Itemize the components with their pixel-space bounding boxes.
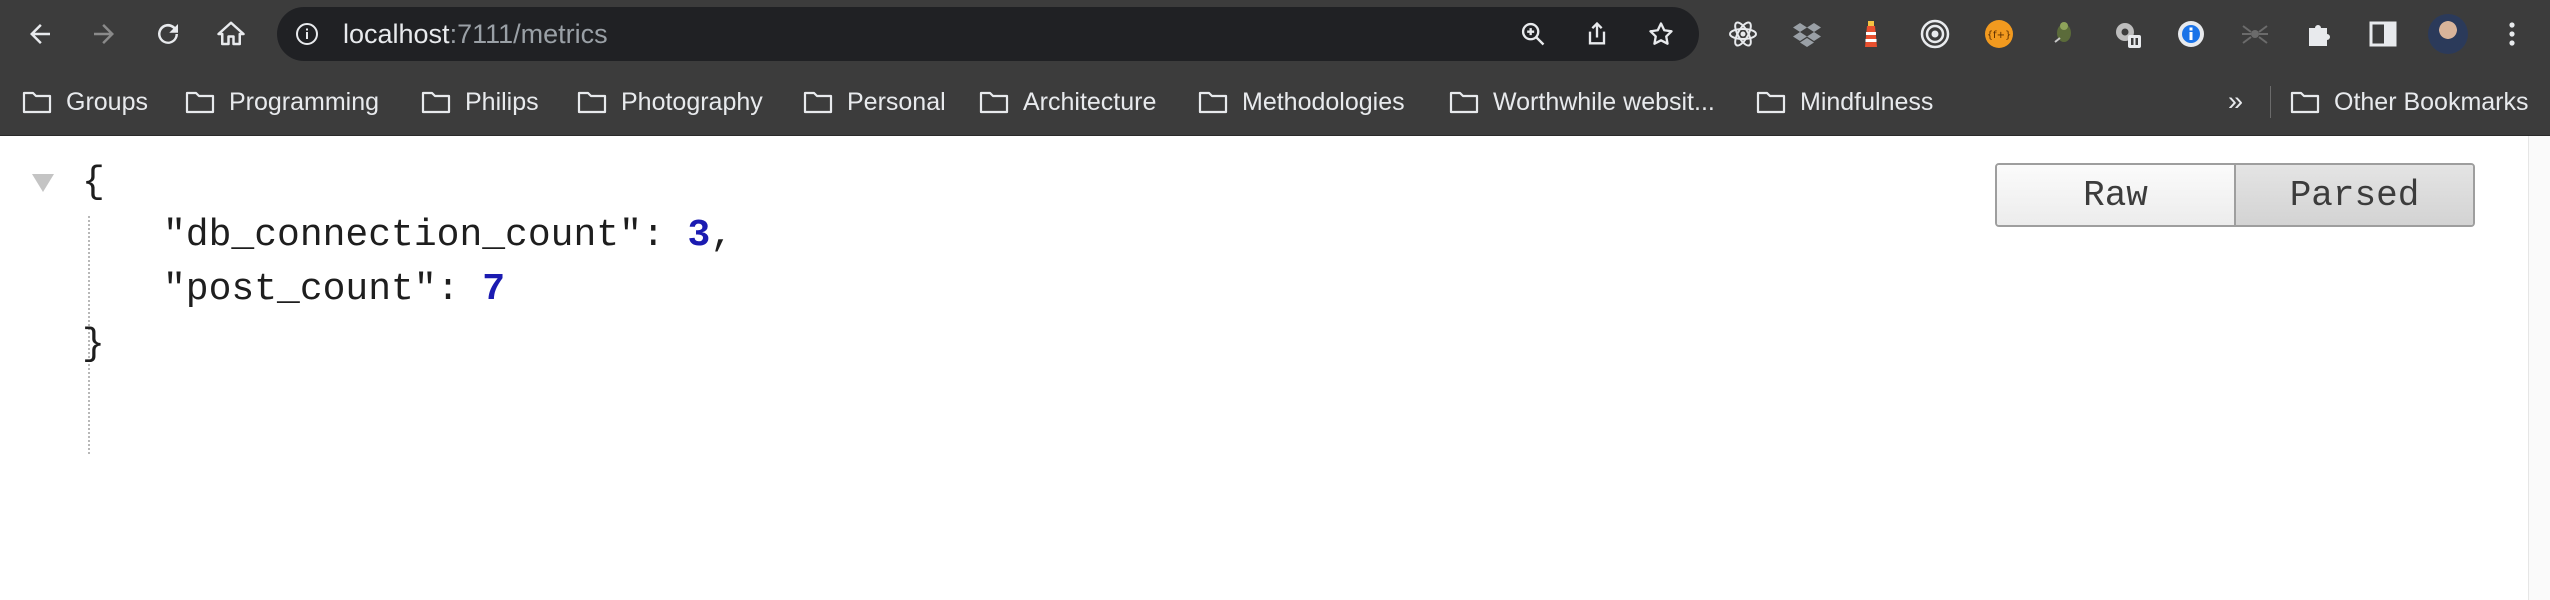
url-text[interactable]: localhost:7111/metrics — [343, 7, 608, 61]
bookmark-folder-programming[interactable]: Programming — [185, 68, 379, 136]
json-close-brace: } — [82, 323, 105, 366]
share-icon[interactable] — [1583, 20, 1611, 48]
folder-icon — [2290, 91, 2320, 114]
folder-icon — [1756, 91, 1786, 114]
spider-icon[interactable] — [2239, 18, 2271, 50]
reload-icon — [158, 23, 178, 44]
sidebar-icon[interactable] — [2367, 18, 2399, 50]
url-path: :7111/metrics — [449, 19, 608, 49]
folder-icon — [1449, 91, 1479, 114]
bug-icon[interactable] — [2047, 18, 2079, 50]
arrow-left-icon — [30, 24, 50, 44]
bookmark-label: Programming — [229, 87, 380, 116]
bookmark-label: Mindfulness — [1800, 87, 1934, 116]
folder-icon — [22, 91, 52, 114]
json-colon: : — [436, 268, 483, 311]
collapse-triangle-icon[interactable] — [30, 172, 56, 194]
folder-icon — [1198, 91, 1228, 114]
bookmark-folder-philips[interactable]: Philips — [421, 68, 539, 136]
json-key: "db_connection_count" — [163, 214, 642, 257]
bookmark-folder-architecture[interactable]: Architecture — [979, 68, 1156, 136]
bookmarks-bar: Groups Programming Philips Photography P… — [0, 68, 2550, 136]
url-host: localhost — [343, 19, 450, 49]
bookmark-folder-groups[interactable]: Groups — [22, 68, 148, 136]
site-info-icon[interactable] — [295, 22, 319, 46]
json-entry: "post_count": 7 — [163, 267, 505, 313]
bookmark-folder-methodologies[interactable]: Methodologies — [1198, 68, 1405, 136]
bookmark-star-icon[interactable] — [1647, 20, 1675, 48]
folder-icon — [979, 91, 1009, 114]
bookmark-label: Groups — [66, 87, 148, 116]
bookmarks-overflow-button[interactable]: » — [2228, 68, 2243, 136]
json-key: "post_count" — [163, 268, 437, 311]
bookmark-folder-personal[interactable]: Personal — [803, 68, 946, 136]
address-bar[interactable]: localhost:7111/metrics — [277, 7, 1699, 61]
raw-parsed-toggle: Raw Parsed — [1995, 163, 2475, 227]
zoom-icon[interactable] — [1519, 20, 1547, 48]
json-comma: , — [710, 214, 734, 257]
back-button[interactable] — [20, 14, 60, 54]
info-icon[interactable] — [2175, 18, 2207, 50]
home-button[interactable] — [211, 14, 251, 54]
bookmark-label: Personal — [847, 87, 946, 116]
profile-avatar[interactable] — [2428, 14, 2468, 54]
bookmark-label: Methodologies — [1242, 87, 1405, 116]
bookmark-folder-worthwhile-websites[interactable]: Worthwhile websit... — [1449, 68, 1715, 136]
bookmark-label: Other Bookmarks — [2334, 87, 2529, 116]
bookmark-folder-photography[interactable]: Photography — [577, 68, 763, 136]
json-colon: : — [641, 214, 688, 257]
bookmark-label: Worthwhile websit... — [1493, 87, 1715, 116]
bookmark-label: Architecture — [1023, 87, 1157, 116]
json-number-value: 3 — [687, 214, 711, 257]
json-viewer: { "db_connection_count": 3, "post_count"… — [0, 136, 2528, 600]
scrollbar-track[interactable] — [2528, 136, 2550, 600]
puzzle-icon[interactable] — [2303, 18, 2335, 50]
more-vert-icon[interactable] — [2496, 18, 2528, 50]
json-number-value: 7 — [482, 268, 506, 311]
reload-button[interactable] — [148, 14, 188, 54]
target-icon[interactable] — [1919, 18, 1951, 50]
folder-icon — [185, 91, 215, 114]
raw-button[interactable]: Raw — [1997, 165, 2236, 225]
folder-icon — [577, 91, 607, 114]
svg-text:{f+}: {f+} — [1987, 30, 2012, 41]
bookmarks-divider — [2270, 86, 2271, 118]
folder-icon — [803, 91, 833, 114]
home-icon — [217, 21, 245, 46]
bookmark-folder-mindfulness[interactable]: Mindfulness — [1756, 68, 1933, 136]
formula-icon[interactable]: {f+} — [1983, 18, 2015, 50]
parsed-button[interactable]: Parsed — [2236, 165, 2473, 225]
json-entry: "db_connection_count": 3, — [163, 213, 733, 259]
arrow-right-icon — [94, 24, 114, 44]
forward-button[interactable] — [84, 14, 124, 54]
react-devtools-icon[interactable] — [1727, 18, 1759, 50]
lighthouse-icon[interactable] — [1855, 18, 1887, 50]
dropbox-icon[interactable] — [1791, 18, 1823, 50]
gear-badge-icon[interactable] — [2111, 18, 2143, 50]
folder-icon — [421, 91, 451, 114]
other-bookmarks-folder[interactable]: Other Bookmarks — [2290, 68, 2529, 136]
bookmark-label: Philips — [465, 87, 539, 116]
bookmark-label: Photography — [621, 87, 763, 116]
browser-toolbar: localhost:7111/metrics {f+} — [0, 0, 2550, 68]
json-open-brace: { — [82, 161, 105, 204]
